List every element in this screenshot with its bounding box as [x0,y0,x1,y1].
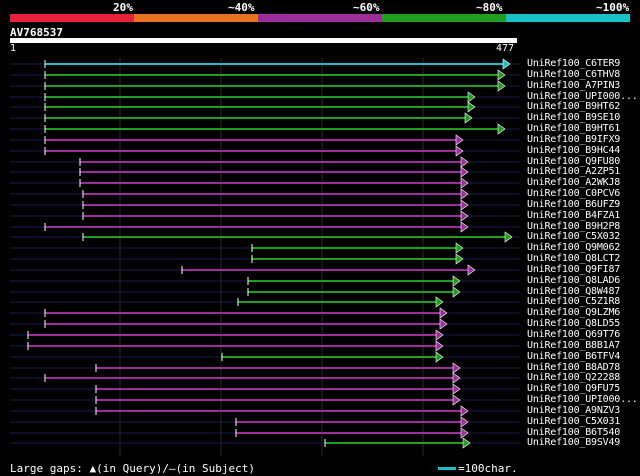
scale-text: =100char. [458,462,518,475]
hit-end-arrow-31 [452,394,461,406]
hit-label[interactable]: UniRef100_C5X032 [527,232,620,242]
hit-label[interactable]: UniRef100_Q9LZM6 [527,308,620,318]
hit-end-arrow-29 [452,372,461,384]
hit-end-arrow-1 [497,69,506,81]
hit-end-arrow-7 [455,134,464,146]
hit-end-arrow-13 [460,199,469,211]
hit-end-arrow-34 [460,427,469,439]
hit-end-arrow-32 [460,405,469,417]
hit-end-arrow-9 [460,156,469,168]
hit-label[interactable]: UniRef100_C0PCV6 [527,189,620,199]
hit-end-arrow-35 [462,437,471,449]
hit-label[interactable]: UniRef100_A9NZV3 [527,406,620,416]
hit-label[interactable]: UniRef100_C6THV8 [527,70,620,80]
hit-end-arrow-19 [467,264,476,276]
hit-label[interactable]: UniRef100_C5X031 [527,417,620,427]
hit-label[interactable]: UniRef100_B9HC44 [527,146,620,156]
hit-end-arrow-15 [460,221,469,233]
hit-label[interactable]: UniRef100_Q9M062 [527,243,620,253]
hit-end-arrow-6 [497,123,506,135]
hit-label[interactable]: UniRef100_Q8LD55 [527,319,620,329]
hit-label[interactable]: UniRef100_B8B1A7 [527,341,620,351]
hit-end-arrow-22 [435,296,444,308]
hit-end-arrow-4 [467,101,476,113]
hit-label[interactable]: UniRef100_Q9FI87 [527,265,620,275]
hit-end-arrow-14 [460,210,469,222]
hit-label[interactable]: UniRef100_A2ZP51 [527,167,620,177]
hit-label[interactable]: UniRef100_B9SE10 [527,113,620,123]
hit-end-arrow-10 [460,166,469,178]
hit-end-arrow-30 [452,383,461,395]
hit-end-arrow-26 [435,340,444,352]
hit-label[interactable]: UniRef100_A2WKJ8 [527,178,620,188]
scale-legend: =100char. [438,462,518,475]
hit-label[interactable]: UniRef100_C6TER9 [527,59,620,69]
hit-end-arrow-16 [504,231,513,243]
hit-label[interactable]: UniRef100_B9HT61 [527,124,620,134]
hit-label[interactable]: UniRef100_UPI000... [527,395,638,405]
hit-label[interactable]: UniRef100_Q22288 [527,373,620,383]
hit-end-arrow-0 [502,58,511,70]
hit-label[interactable]: UniRef100_B9IFX9 [527,135,620,145]
hit-end-arrow-8 [455,145,464,157]
hit-end-arrow-12 [460,188,469,200]
hit-label[interactable]: UniRef100_Q8LCT2 [527,254,620,264]
hit-end-arrow-25 [435,329,444,341]
hit-end-arrow-27 [435,351,444,363]
hit-end-arrow-2 [497,80,506,92]
hit-label[interactable]: UniRef100_C5Z1R8 [527,297,620,307]
hit-end-arrow-3 [467,91,476,103]
gaps-legend: Large gaps: ▲(in Query)/—(in Subject) [10,462,256,475]
hit-label[interactable]: UniRef100_B9SV49 [527,438,620,448]
hit-label[interactable]: UniRef100_B9HT62 [527,102,620,112]
hit-end-arrow-28 [452,362,461,374]
hit-end-arrow-23 [439,307,448,319]
hit-end-arrow-33 [460,416,469,428]
hit-label[interactable]: UniRef100_Q69T76 [527,330,620,340]
hit-label[interactable]: UniRef100_A7PIN3 [527,81,620,91]
hit-end-arrow-24 [439,318,448,330]
scale-swatch [438,467,456,470]
hit-label[interactable]: UniRef100_B4FZA1 [527,211,620,221]
hit-end-arrow-17 [455,242,464,254]
hit-end-arrow-18 [455,253,464,265]
hit-label[interactable]: UniRef100_B6TFV4 [527,352,620,362]
hit-end-arrow-5 [464,112,473,124]
hit-label[interactable]: UniRef100_B6UFZ9 [527,200,620,210]
hit-label[interactable]: UniRef100_Q9FU75 [527,384,620,394]
hit-end-arrow-11 [460,177,469,189]
hit-end-arrow-20 [452,275,461,287]
hit-label[interactable]: UniRef100_Q8LAD6 [527,276,620,286]
hit-end-arrow-21 [452,286,461,298]
